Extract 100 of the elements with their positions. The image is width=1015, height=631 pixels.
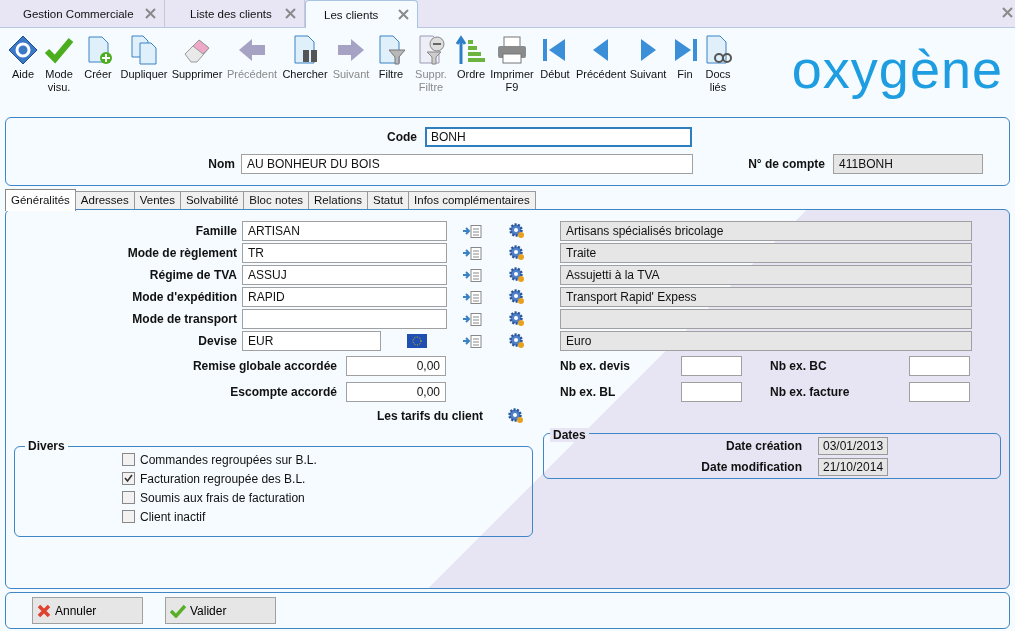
list-icon[interactable] <box>463 312 482 326</box>
checkbox[interactable] <box>122 472 135 485</box>
group-title: Divers <box>25 439 68 453</box>
field-label: Mode de transport <box>131 312 237 326</box>
tab[interactable]: Généralités <box>5 189 76 211</box>
checkbox[interactable] <box>122 491 135 504</box>
tab[interactable]: Ventes <box>133 191 181 209</box>
input-field[interactable]: TR <box>242 243 447 263</box>
count-field[interactable] <box>681 356 742 376</box>
list-icon[interactable] <box>463 224 482 238</box>
description-field: Artisans spécialisés bricolage <box>560 221 972 241</box>
group-title: Dates <box>550 428 589 442</box>
toolbar-button[interactable]: Supprimer <box>172 34 222 81</box>
field-label: Date modification <box>700 459 802 474</box>
validate-button[interactable]: Valider <box>165 597 276 624</box>
field-label: Famille <box>194 224 237 238</box>
field-label: Date création <box>724 438 802 453</box>
cancel-button[interactable]: Annuler <box>32 597 143 624</box>
flag-icon <box>407 334 427 348</box>
field-label: Remise globale accordée <box>191 359 337 373</box>
field-label: Nb ex. BC <box>770 359 828 373</box>
list-icon[interactable] <box>463 268 482 282</box>
field-label: Escompte accordé <box>229 385 337 399</box>
gear-icon[interactable] <box>509 289 525 305</box>
name-field[interactable]: AU BONHEUR DU BOIS <box>241 154 693 174</box>
checkbox-label: Soumis aux frais de facturation <box>140 490 305 505</box>
toolbar-button[interactable]: Aide <box>8 34 38 81</box>
close-icon[interactable] <box>398 9 409 20</box>
toolbar-button[interactable]: Imprimer F9 <box>492 34 532 94</box>
field-label: Mode de règlement <box>126 246 237 260</box>
checkbox[interactable] <box>122 453 135 466</box>
toolbar-button[interactable]: Début <box>536 34 574 81</box>
list-icon[interactable] <box>463 246 482 260</box>
gear-icon[interactable] <box>509 223 525 239</box>
input-field[interactable]: RAPID <box>242 287 447 307</box>
toolbar-button[interactable]: Fin <box>672 34 698 81</box>
checkmark-icon <box>170 603 186 618</box>
close-icon[interactable] <box>145 8 156 19</box>
logo: oxygène <box>791 38 1003 101</box>
description-field: Euro <box>560 331 972 351</box>
field-label: Nom <box>207 157 235 171</box>
input-field[interactable] <box>242 309 447 329</box>
checkbox[interactable] <box>122 510 135 523</box>
tab[interactable]: Bloc notes <box>243 191 310 209</box>
copy-documents-icon <box>128 34 160 66</box>
gear-icon[interactable] <box>509 311 525 327</box>
list-icon[interactable] <box>463 334 482 348</box>
gear-icon[interactable] <box>509 267 525 283</box>
close-icon[interactable] <box>1002 7 1013 18</box>
checkbox-label: Commandes regroupées sur B.L. <box>140 452 317 467</box>
toolbar-button[interactable]: Filtre <box>374 34 408 81</box>
field-label: Les tarifs du client <box>375 409 483 423</box>
gear-icon[interactable] <box>509 333 525 349</box>
tab[interactable]: Infos complémentaires <box>408 191 536 209</box>
account-field: 411BONH <box>833 154 983 174</box>
sort-bars-icon <box>455 34 487 66</box>
description-field: Assujetti à la TVA <box>560 265 972 285</box>
tab[interactable]: Statut <box>367 191 410 209</box>
input-field[interactable]: ARTISAN <box>242 221 447 241</box>
gear-icon[interactable] <box>508 408 524 424</box>
checkbox-label: Facturation regroupée des B.L. <box>140 471 306 486</box>
toolbar-button[interactable]: Précédent <box>578 34 624 81</box>
window-tab[interactable]: Les clients <box>305 0 418 28</box>
field-label: Mode d'expédition <box>131 290 237 304</box>
cross-icon <box>37 603 51 618</box>
window-tab[interactable]: Gestion Commerciale <box>5 0 165 27</box>
printer-icon <box>496 34 528 66</box>
date-field: 21/10/2014 <box>818 457 889 476</box>
code-field[interactable]: BONH <box>425 127 692 147</box>
close-icon[interactable] <box>285 8 296 19</box>
input-field[interactable]: EUR <box>242 331 381 351</box>
toolbar-button[interactable]: Ordre <box>454 34 488 81</box>
amount-field[interactable]: 0,00 <box>346 382 446 402</box>
toolbar-button[interactable]: Dupliquer <box>120 34 168 81</box>
description-field: Transport Rapid' Expess <box>560 287 972 307</box>
count-field[interactable] <box>909 382 970 402</box>
field-label: Nb ex. facture <box>770 385 851 399</box>
toolbar-button[interactable]: Suivant <box>628 34 668 81</box>
field-label: Devise <box>197 334 237 348</box>
toolbar-button[interactable]: Mode visu. <box>42 34 76 94</box>
tab[interactable]: Solvabilité <box>179 191 245 209</box>
toolbar-button[interactable]: Créer <box>80 34 116 81</box>
tab[interactable]: Relations <box>308 191 368 209</box>
count-field[interactable] <box>681 382 742 402</box>
count-field[interactable] <box>909 356 970 376</box>
description-field: Traite <box>560 243 972 263</box>
field-label: Régime de TVA <box>148 268 237 282</box>
field-label: Nb ex. devis <box>560 359 632 373</box>
toolbar-button[interactable]: Docs liés <box>702 34 734 94</box>
field-label: Nb ex. BL <box>560 385 617 399</box>
field-label: N° de compte <box>747 157 825 171</box>
date-field: 03/01/2013 <box>818 436 889 455</box>
amount-field[interactable]: 0,00 <box>346 356 446 376</box>
field-label: Code <box>386 130 417 144</box>
gear-icon[interactable] <box>509 245 525 261</box>
checkbox-label: Client inactif <box>140 509 206 524</box>
toolbar-button[interactable]: Chercher <box>282 34 328 81</box>
list-icon[interactable] <box>463 290 482 304</box>
tab[interactable]: Adresses <box>74 191 135 209</box>
input-field[interactable]: ASSUJ <box>242 265 447 285</box>
